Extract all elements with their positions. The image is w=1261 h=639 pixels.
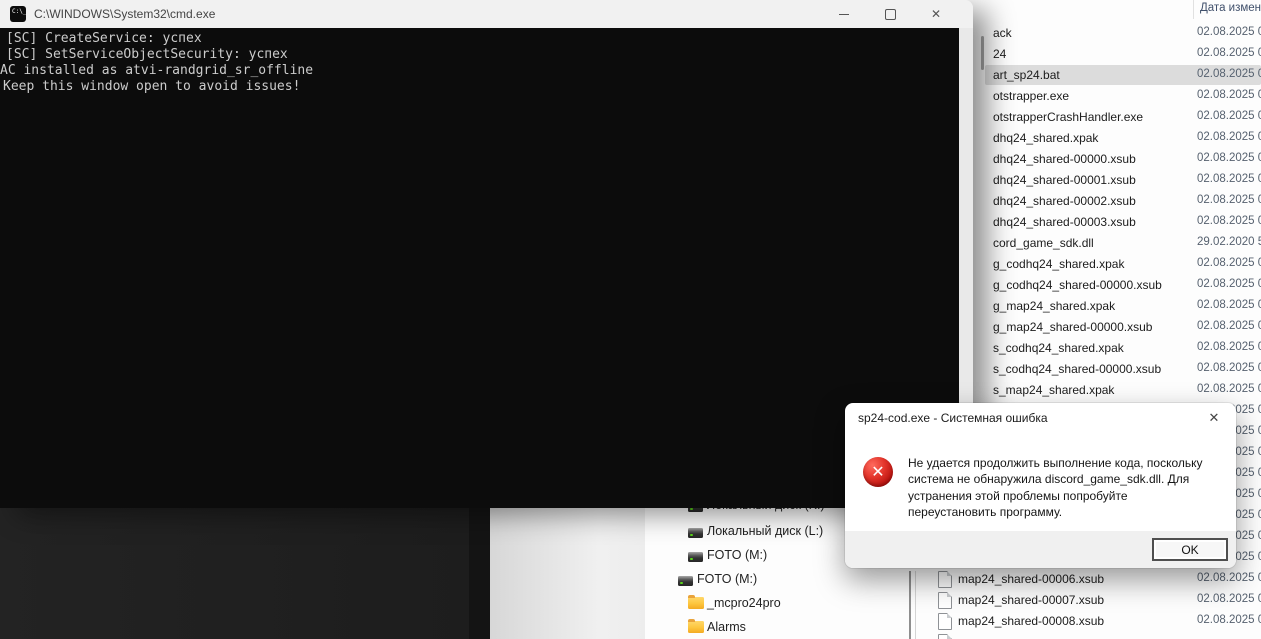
file-name: art_sp24.bat — [993, 68, 1060, 82]
file-date: 02.08.2025 0 — [1197, 47, 1261, 59]
file-name: cord_game_sdk.dll — [993, 236, 1094, 250]
dialog-close-icon: ✕ — [1208, 410, 1220, 425]
file-date: 29.02.2020 5 — [1197, 236, 1261, 248]
file-date: 02.08.2025 0 — [1197, 362, 1261, 374]
file-date: 02.08.2025 0 — [1197, 299, 1261, 311]
dialog-message: Не удается продолжить выполнение кода, п… — [908, 456, 1203, 519]
close-button[interactable]: ✕ — [913, 0, 959, 28]
file-date: 02.08.2025 0 — [1197, 341, 1261, 353]
file-date: 02.08.2025 0 — [1197, 215, 1261, 227]
file-date: 02.08.2025 0 — [1197, 614, 1261, 626]
file-date: 02.08.2025 0 — [1197, 320, 1261, 332]
cmd-window: C:\_ C:\WINDOWS\System32\cmd.exe ✕ [SC] … — [0, 0, 973, 508]
folder-icon — [688, 595, 704, 609]
file-name: dhq24_shared.xpak — [993, 131, 1099, 145]
file-name: dhq24_shared-00003.xsub — [993, 215, 1136, 229]
file-date: 02.08.2025 0 — [1197, 131, 1261, 143]
tree-item-label: FOTO (M:) — [697, 572, 758, 586]
file-name: map24_shared-00008.xsub — [958, 614, 1105, 628]
maximize-button[interactable] — [867, 0, 913, 28]
file-name: otstrapperCrashHandler.exe — [993, 110, 1144, 124]
file-date: 02.08.2025 0 — [1197, 89, 1261, 101]
file-name: map24_shared-00007.xsub — [958, 593, 1105, 607]
error-icon: ✕ — [863, 457, 893, 487]
file-name: s_codhq24_shared-00000.xsub — [993, 362, 1162, 376]
error-dialog: sp24-cod.exe - Системная ошибка ✕ ✕ Не у… — [845, 403, 1236, 568]
date-column-header[interactable]: Дата измен — [1200, 2, 1261, 14]
drive-icon — [678, 576, 693, 586]
minimize-icon — [839, 13, 849, 15]
file-icon — [938, 613, 952, 630]
file-name: dhq24_shared-00001.xsub — [993, 173, 1136, 187]
file-date: 02.08.2025 0 — [1197, 68, 1261, 80]
file-name: ack — [993, 26, 1012, 40]
dialog-title: sp24-cod.exe - Системная ошибка — [858, 411, 1048, 425]
file-name: g_map24_shared-00000.xsub — [993, 320, 1153, 334]
file-date: 02.08.2025 0 — [1197, 110, 1261, 122]
file-name: s_codhq24_shared.xpak — [993, 341, 1124, 355]
minimize-button[interactable] — [821, 0, 867, 28]
file-date: 02.08.2025 0 — [1197, 152, 1261, 164]
dialog-close-button[interactable]: ✕ — [1200, 405, 1228, 431]
file-row[interactable] — [0, 632, 1261, 639]
file-icon — [938, 571, 952, 588]
dialog-footer: OK — [845, 531, 1236, 568]
file-row[interactable]: map24_shared-00007.xsub 02.08.2025 0 — [0, 590, 1261, 610]
file-name: 24 — [993, 47, 1007, 61]
file-name: g_codhq24_shared-00000.xsub — [993, 278, 1162, 292]
file-row[interactable]: map24_shared-00008.xsub 02.08.2025 0 — [0, 611, 1261, 631]
file-name: otstrapper.exe — [993, 89, 1070, 103]
file-name: g_codhq24_shared.xpak — [993, 257, 1125, 271]
file-date: 02.08.2025 0 — [1197, 194, 1261, 206]
file-date: 02.08.2025 0 — [1197, 593, 1261, 605]
ok-button[interactable]: OK — [1152, 538, 1228, 561]
console-output: [SC] CreateService: успех [SC] SetService… — [0, 28, 959, 508]
drive-icon — [688, 528, 703, 538]
file-date: 02.08.2025 0 — [1197, 383, 1261, 395]
column-separator — [1193, 0, 1194, 19]
cmd-titlebar[interactable]: C:\_ C:\WINDOWS\System32\cmd.exe ✕ — [0, 0, 973, 28]
file-name: g_map24_shared.xpak — [993, 299, 1116, 313]
drive-icon — [688, 552, 703, 562]
file-date: 02.08.2025 0 — [1197, 257, 1261, 269]
file-name: dhq24_shared-00002.xsub — [993, 194, 1136, 208]
desktop: Дата измен ack 02.08.2025 0 24 02.08.202… — [0, 0, 1261, 639]
file-name: map24_shared-00006.xsub — [958, 572, 1105, 586]
file-row[interactable]: map24_shared-00006.xsub 02.08.2025 0 — [0, 569, 1261, 589]
tree-item-label: FOTO (M:) — [707, 548, 768, 562]
close-icon: ✕ — [930, 7, 942, 21]
cmd-icon: C:\_ — [10, 6, 26, 22]
file-date: 02.08.2025 0 — [1197, 572, 1261, 584]
file-name: s_map24_shared.xpak — [993, 383, 1115, 397]
folder-icon — [688, 619, 704, 633]
tree-item-label: Alarms — [707, 620, 746, 634]
file-date: 02.08.2025 0 — [1197, 173, 1261, 185]
cmd-window-title: C:\WINDOWS\System32\cmd.exe — [34, 7, 216, 21]
file-date: 02.08.2025 0 — [1197, 278, 1261, 290]
file-icon — [938, 592, 952, 609]
file-name: dhq24_shared-00000.xsub — [993, 152, 1136, 166]
file-icon — [938, 634, 952, 639]
tree-item-label: _mcpro24pro — [707, 596, 781, 610]
file-date: 02.08.2025 0 — [1197, 26, 1261, 38]
maximize-icon — [884, 8, 896, 20]
tree-item-label: Локальный диск (L:) — [707, 524, 824, 538]
